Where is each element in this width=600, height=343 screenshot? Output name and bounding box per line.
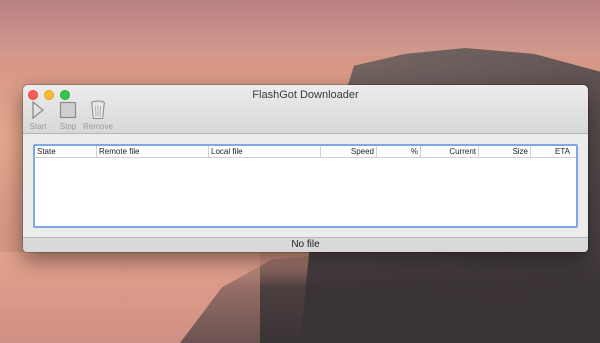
column-header-eta[interactable]: ETA bbox=[531, 146, 572, 157]
column-header-speed[interactable]: Speed bbox=[321, 146, 377, 157]
start-label: Start bbox=[29, 122, 47, 131]
column-header-size[interactable]: Size bbox=[479, 146, 531, 157]
stop-button[interactable]: Stop bbox=[56, 100, 80, 131]
title-bar[interactable]: FlashGot Downloader Start Stop Remove bbox=[23, 85, 588, 134]
column-header-state[interactable]: State bbox=[35, 146, 97, 157]
status-text: No file bbox=[291, 239, 320, 250]
status-bar: No file bbox=[23, 237, 588, 252]
table-body bbox=[35, 158, 576, 224]
column-header-remote-file[interactable]: Remote file bbox=[97, 146, 209, 157]
wallpaper-sky bbox=[0, 0, 600, 56]
flashgot-window: FlashGot Downloader Start Stop Remove St… bbox=[23, 85, 588, 252]
content-area: State Remote file Local file Speed % Cur… bbox=[23, 134, 588, 236]
remove-button[interactable]: Remove bbox=[83, 100, 113, 131]
start-button[interactable]: Start bbox=[26, 100, 50, 131]
column-header-local-file[interactable]: Local file bbox=[209, 146, 321, 157]
wallpaper-glare bbox=[0, 252, 260, 343]
column-header-percent[interactable]: % bbox=[377, 146, 421, 157]
table-header: State Remote file Local file Speed % Cur… bbox=[35, 146, 576, 158]
toolbar: Start Stop Remove bbox=[26, 100, 113, 131]
stop-icon bbox=[57, 100, 79, 120]
remove-label: Remove bbox=[83, 122, 113, 131]
stop-label: Stop bbox=[59, 122, 77, 131]
trash-icon bbox=[87, 100, 109, 120]
play-icon bbox=[27, 100, 49, 120]
column-header-current[interactable]: Current bbox=[421, 146, 479, 157]
downloads-table[interactable]: State Remote file Local file Speed % Cur… bbox=[33, 144, 578, 228]
